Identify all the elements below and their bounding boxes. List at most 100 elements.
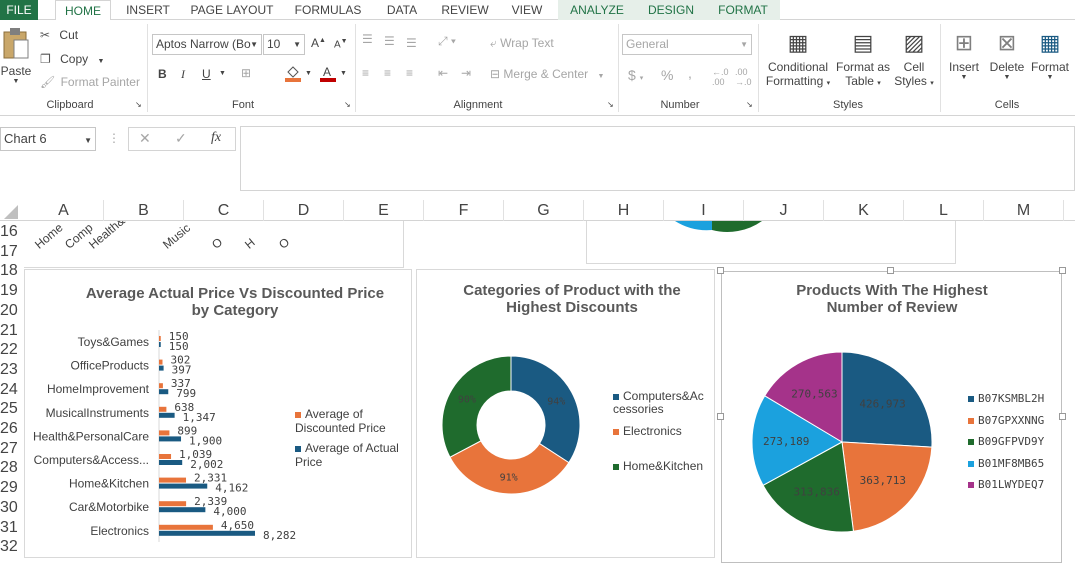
column-header-j[interactable]: J — [744, 200, 824, 221]
cancel-icon[interactable]: ✕ — [139, 130, 151, 147]
column-header-m[interactable]: M — [984, 200, 1064, 221]
align-center-icon[interactable]: ≡ — [384, 66, 391, 80]
donut-chart-panel[interactable]: Categories of Product with the Highest D… — [416, 269, 715, 558]
increase-indent-icon[interactable]: ⇥ — [461, 66, 471, 80]
column-header-e[interactable]: E — [344, 200, 424, 221]
column-header-l[interactable]: L — [904, 200, 984, 221]
tab-file[interactable]: FILE — [0, 0, 38, 20]
column-header-h[interactable]: H — [584, 200, 664, 221]
column-header-a[interactable]: A — [24, 200, 104, 221]
column-header-f[interactable]: F — [424, 200, 504, 221]
row-header-31[interactable]: 31 — [0, 518, 24, 537]
align-right-icon[interactable]: ≡ — [406, 66, 413, 80]
column-header-k[interactable]: K — [824, 200, 904, 221]
decrease-decimal-icon[interactable]: .00 →.0 — [735, 67, 752, 87]
comma-button[interactable]: , — [688, 65, 692, 81]
cell-styles-button[interactable]: ▨ Cell Styles ▾ — [893, 26, 935, 88]
row-header-23[interactable]: 23 — [0, 360, 24, 379]
row-header-16[interactable]: 16 — [0, 222, 24, 241]
tab-insert[interactable]: INSERT — [122, 0, 174, 20]
selection-handle[interactable] — [717, 413, 724, 420]
decrease-indent-icon[interactable]: ⇤ — [438, 66, 448, 80]
cut-button[interactable]: ✂ Cut — [40, 28, 78, 42]
row-header-30[interactable]: 30 — [0, 498, 24, 517]
paste-button[interactable]: Paste ▼ — [0, 26, 32, 92]
bold-button[interactable]: B — [158, 67, 167, 81]
tab-view[interactable]: VIEW — [504, 0, 550, 20]
row-header-18[interactable]: 18 — [0, 261, 24, 280]
tab-formulas[interactable]: FORMULAS — [290, 0, 366, 20]
column-header-d[interactable]: D — [264, 200, 344, 221]
increase-font-icon[interactable]: A▲ — [311, 36, 326, 50]
column-header-i[interactable]: I — [664, 200, 744, 221]
wrap-text-button[interactable]: ⤶ Wrap Text — [490, 36, 554, 51]
row-header-29[interactable]: 29 — [0, 478, 24, 497]
dialog-launcher-icon[interactable]: ↘ — [607, 100, 614, 109]
tab-design[interactable]: DESIGN — [636, 0, 706, 20]
column-header-c[interactable]: C — [184, 200, 264, 221]
font-name-select[interactable]: Aptos Narrow (Bo ▼ — [152, 34, 262, 55]
selection-handle[interactable] — [1059, 267, 1066, 274]
column-header-b[interactable]: B — [104, 200, 184, 221]
enter-icon[interactable]: ✓ — [175, 130, 187, 147]
percent-button[interactable]: % — [661, 67, 673, 83]
pie-chart-panel[interactable]: Products With The Highest Number of Revi… — [721, 271, 1062, 563]
row-header-19[interactable]: 19 — [0, 281, 24, 300]
selection-handle[interactable] — [887, 267, 894, 274]
tab-page-layout[interactable]: PAGE LAYOUT — [186, 0, 278, 20]
decrease-font-icon[interactable]: A▼ — [334, 38, 348, 50]
tab-home[interactable]: HOME — [55, 0, 111, 21]
align-bottom-icon[interactable]: ☰ — [406, 36, 417, 50]
italic-button[interactable]: I — [181, 67, 185, 82]
format-cells-button[interactable]: ▦ Format ▼ — [1028, 26, 1072, 81]
copy-button[interactable]: ❐ Copy ▼ — [40, 52, 104, 66]
selection-handle[interactable] — [717, 267, 724, 274]
dialog-launcher-icon[interactable]: ↘ — [135, 100, 142, 109]
row-header-22[interactable]: 22 — [0, 340, 24, 359]
row-header-26[interactable]: 26 — [0, 419, 24, 438]
conditional-formatting-button[interactable]: ▦ Conditional Formatting ▾ — [764, 26, 832, 88]
orientation-icon[interactable]: ⤢ ▾ — [438, 34, 456, 49]
row-header-32[interactable]: 32 — [0, 537, 24, 556]
dialog-launcher-icon[interactable]: ↘ — [746, 100, 753, 109]
selection-handle[interactable] — [1059, 413, 1066, 420]
insert-cells-button[interactable]: ⊞ Insert ▼ — [944, 26, 984, 81]
more-options-icon[interactable]: ⋮ — [108, 131, 120, 145]
row-header-27[interactable]: 27 — [0, 439, 24, 458]
tab-format[interactable]: FORMAT — [706, 0, 780, 20]
row-header-17[interactable]: 17 — [0, 242, 24, 261]
tab-data[interactable]: DATA — [378, 0, 426, 20]
row-header-24[interactable]: 24 — [0, 380, 24, 399]
row-header-28[interactable]: 28 — [0, 458, 24, 477]
align-top-icon[interactable]: ☰ — [362, 32, 373, 46]
tab-review[interactable]: REVIEW — [438, 0, 492, 20]
insert-function-icon[interactable]: fx — [211, 130, 221, 146]
row-header-21[interactable]: 21 — [0, 321, 24, 340]
align-left-icon[interactable]: ≡ — [362, 66, 369, 80]
chevron-down-icon[interactable]: ▼ — [305, 70, 312, 77]
increase-decimal-icon[interactable]: ←.0.00 — [712, 67, 729, 87]
name-box[interactable]: Chart 6 ▼ — [0, 127, 96, 151]
font-size-select[interactable]: 10 ▼ — [263, 34, 305, 55]
chevron-down-icon[interactable]: ▼ — [219, 70, 226, 77]
format-painter-button[interactable]: 🖌 Format Painter — [40, 75, 140, 89]
tab-analyze[interactable]: ANALYZE — [558, 0, 636, 20]
fill-color-icon[interactable] — [285, 64, 301, 85]
select-all-corner[interactable] — [4, 205, 18, 219]
formula-input[interactable] — [240, 126, 1075, 191]
number-format-select[interactable]: General ▼ — [622, 34, 752, 55]
bar-chart-panel[interactable]: Average Actual Price Vs Discounted Price… — [24, 269, 412, 558]
dialog-launcher-icon[interactable]: ↘ — [344, 100, 351, 109]
font-color-icon[interactable]: A — [320, 64, 336, 85]
merge-center-button[interactable]: ⊟ Merge & Center ▼ — [490, 67, 604, 81]
align-middle-icon[interactable]: ☰ — [384, 34, 395, 48]
chevron-down-icon[interactable]: ▼ — [340, 70, 347, 77]
currency-button[interactable]: $ ▾ — [628, 67, 643, 83]
underline-button[interactable]: U — [202, 67, 211, 81]
delete-cells-button[interactable]: ⊠ Delete ▼ — [986, 26, 1028, 81]
format-as-table-button[interactable]: ▤ Format as Table ▾ — [834, 26, 892, 88]
column-header-g[interactable]: G — [504, 200, 584, 221]
row-header-25[interactable]: 25 — [0, 399, 24, 418]
borders-icon[interactable]: ⊞ — [241, 66, 251, 80]
row-header-20[interactable]: 20 — [0, 301, 24, 320]
